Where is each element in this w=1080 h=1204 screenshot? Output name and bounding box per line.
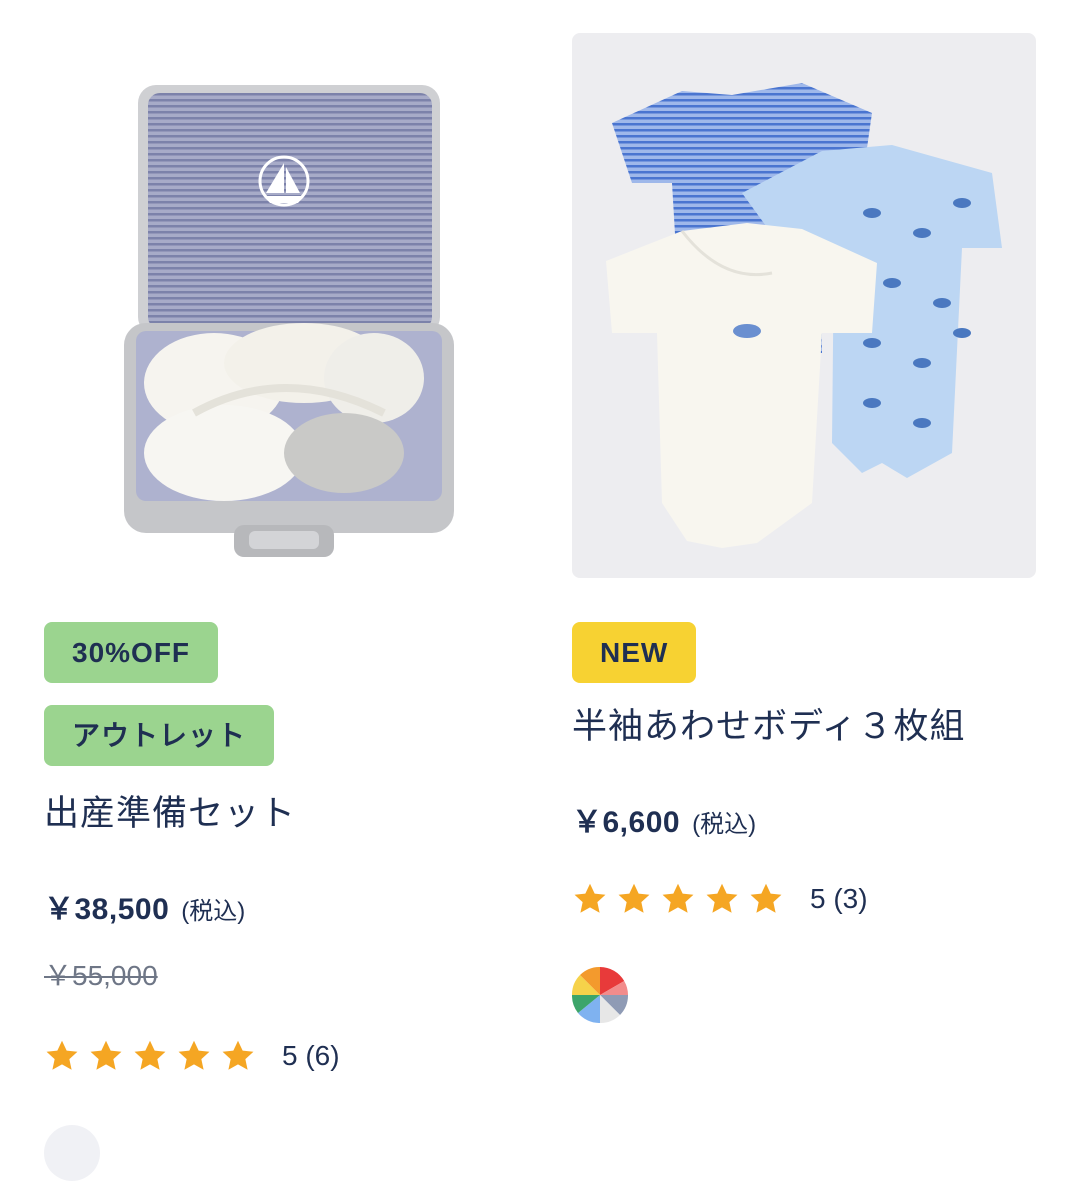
product-name[interactable]: 半袖あわせボディ３枚組 xyxy=(572,705,1036,749)
star-icon xyxy=(574,883,606,913)
product-card-birth-set[interactable]: 30%OFF アウトレット 出産準備セット ￥38,500 (税込) ￥55,0… xyxy=(44,0,508,1181)
color-swatch-gray[interactable] xyxy=(44,1125,100,1181)
product-image[interactable] xyxy=(44,33,508,578)
star-rating xyxy=(572,881,784,917)
rating-value: 5 (3) xyxy=(810,883,868,914)
star-icon xyxy=(662,883,694,913)
price-row: ￥38,500 (税込) xyxy=(44,884,508,928)
rating-row: 5 (3) xyxy=(572,879,1036,919)
rating-value: 5 (6) xyxy=(282,1040,340,1071)
suitcase-image xyxy=(124,85,454,557)
star-rating xyxy=(44,1038,256,1074)
new-badge: NEW xyxy=(572,622,697,683)
sale-price: ￥38,500 xyxy=(44,893,170,926)
price: ￥6,600 xyxy=(572,806,681,839)
star-icon xyxy=(46,1040,78,1070)
original-price: ￥55,000 xyxy=(44,960,158,991)
badge-group: NEW xyxy=(572,622,1036,683)
star-icon xyxy=(706,883,738,913)
tax-label: (税込) xyxy=(692,811,757,838)
star-icon xyxy=(90,1040,122,1070)
bodysuits-image xyxy=(606,83,1002,548)
multicolor-swatch-icon xyxy=(572,967,628,1023)
color-swatch-multicolor[interactable] xyxy=(572,967,628,1023)
star-icon xyxy=(618,883,650,913)
rating-row: 5 (6) xyxy=(44,1036,508,1076)
star-icon xyxy=(178,1040,210,1070)
star-icon xyxy=(750,883,782,913)
tax-label: (税込) xyxy=(181,898,246,925)
star-icon xyxy=(222,1040,254,1070)
star-icon xyxy=(134,1040,166,1070)
discount-badge: 30%OFF xyxy=(44,622,219,683)
product-name[interactable]: 出産準備セット xyxy=(44,792,508,836)
product-grid: 30%OFF アウトレット 出産準備セット ￥38,500 (税込) ￥55,0… xyxy=(0,0,1080,1204)
badge-group: 30%OFF アウトレット xyxy=(44,622,508,766)
price-row: ￥6,600 (税込) xyxy=(572,797,1036,841)
outlet-badge: アウトレット xyxy=(44,705,275,766)
product-image[interactable] xyxy=(572,33,1036,578)
product-card-bodysuits[interactable]: NEW 半袖あわせボディ３枚組 ￥6,600 (税込) 5 (3) xyxy=(572,0,1036,1023)
